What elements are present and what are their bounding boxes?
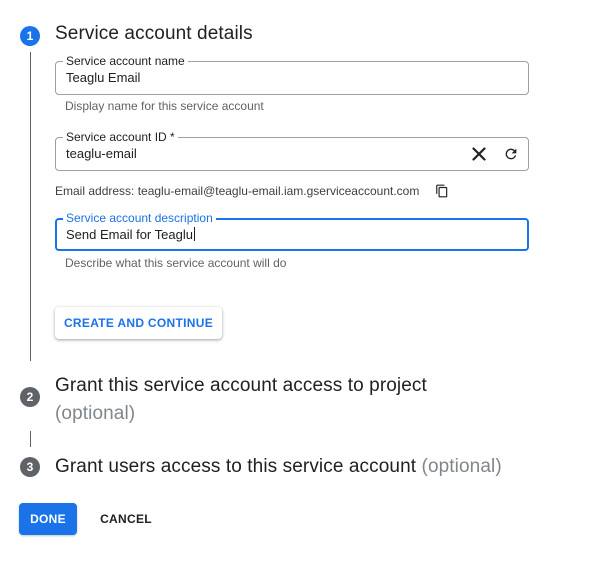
step-2-title-text: Grant this service account access to pro… [55,375,427,396]
email-address-line: Email address: teaglu-email@teaglu-email… [55,184,419,198]
service-account-name-hint: Display name for this service account [65,99,264,113]
service-account-description-label: Service account description [63,211,216,225]
step-2-title[interactable]: Grant this service account access to pro… [55,372,495,428]
step-3-optional: (optional) [421,456,502,477]
close-icon[interactable] [469,144,489,164]
service-account-name-field[interactable]: Service account name Teaglu Email [55,54,529,95]
step-3-title-text: Grant users access to this service accou… [55,456,417,477]
step-1-indicator: 1 [20,26,40,46]
service-account-description-hint: Describe what this service account will … [65,256,287,270]
done-button[interactable]: DONE [19,503,77,535]
create-and-continue-button[interactable]: CREATE AND CONTINUE [55,307,222,339]
text-caret [193,227,195,241]
service-account-description-input[interactable]: Send Email for Teaglu [66,227,195,243]
step-3-title[interactable]: Grant users access to this service accou… [55,456,502,478]
refresh-icon[interactable] [501,144,521,164]
service-account-description-field[interactable]: Service account description Send Email f… [55,211,529,251]
service-account-id-field[interactable]: Service account ID * teaglu-email [55,130,529,171]
step-2-indicator: 2 [20,387,40,407]
service-account-name-label: Service account name [63,54,188,68]
email-address-value: teaglu-email@teaglu-email.iam.gserviceac… [137,184,420,198]
service-account-name-input[interactable]: Teaglu Email [66,70,140,86]
service-account-id-input[interactable]: teaglu-email [66,146,137,162]
step-2-connector [30,431,31,447]
email-address-prefix: Email address: [55,184,138,198]
step-3-indicator: 3 [20,457,40,477]
step-2-optional: (optional) [55,403,136,424]
cancel-button[interactable]: CANCEL [92,503,160,535]
step-1-title: Service account details [55,23,253,44]
step-1-connector [30,52,31,361]
service-account-id-label: Service account ID * [63,130,178,144]
copy-icon[interactable] [433,182,451,200]
